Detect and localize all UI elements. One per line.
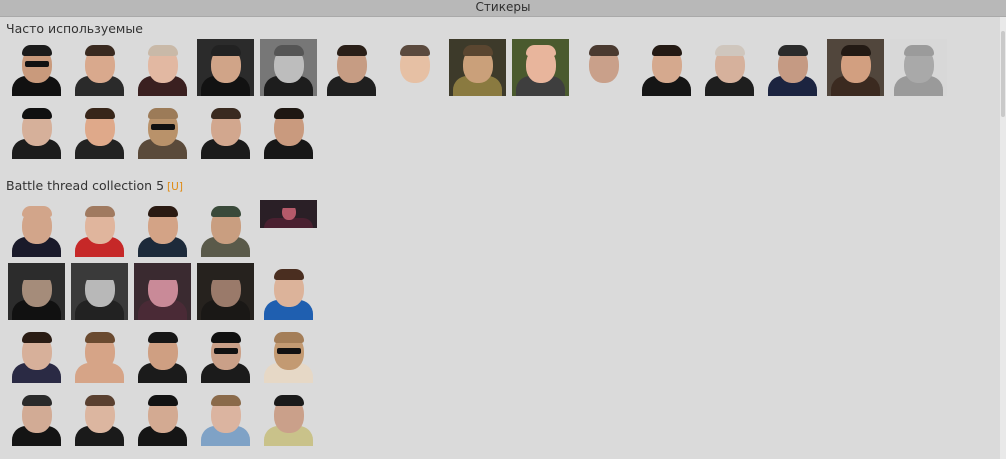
sticker-hair	[273, 332, 304, 343]
sticker-hair	[273, 108, 304, 119]
group-photo-bw-sticker-icon[interactable]	[71, 263, 128, 320]
sticker-hair	[210, 206, 241, 217]
sunglasses-icon	[213, 348, 238, 354]
sticker-hair	[525, 45, 556, 56]
sticker-hair	[840, 45, 871, 56]
man-beanie-sticker-icon[interactable]	[197, 200, 254, 257]
grinning-man-sticker-icon[interactable]	[134, 39, 191, 96]
bald-man-bw-sticker-icon[interactable]	[890, 39, 947, 96]
thumbs-up-man-sticker-icon[interactable]	[638, 39, 695, 96]
sticker-hair	[588, 45, 619, 56]
man-black-jacket-sticker-icon[interactable]	[8, 389, 65, 446]
man-horns-sticker-icon[interactable]	[134, 326, 191, 383]
smiling-man-drink-sticker-icon[interactable]	[827, 39, 884, 96]
cougar-sunglasses-sticker-icon[interactable]	[260, 326, 317, 383]
sticker-hair	[21, 395, 52, 406]
sunglasses-icon	[24, 61, 49, 67]
sticker-hair	[399, 45, 430, 56]
sticker-panel[interactable]: Часто используемые Battle thread collect…	[0, 17, 1000, 459]
section-title-frequent: Часто используемые	[6, 21, 143, 36]
sticker-hair	[651, 45, 682, 56]
serious-man-sticker-icon[interactable]	[764, 39, 821, 96]
sticker-hair	[84, 332, 115, 343]
chubby-man-sticker-icon[interactable]	[71, 102, 128, 159]
sticker-hair	[21, 269, 52, 280]
smirking-man-sticker-icon[interactable]	[701, 39, 758, 96]
sticker-hair	[84, 45, 115, 56]
lying-man-sticker-icon[interactable]	[449, 39, 506, 96]
window-title: Стикеры	[0, 0, 1006, 17]
sticker-hair	[147, 206, 178, 217]
sticker-hair	[336, 45, 367, 56]
sticker-hair	[714, 45, 745, 56]
sticker-hair	[903, 45, 934, 56]
sticker-hair	[281, 203, 296, 208]
sticker-hair	[147, 269, 178, 280]
sticker-hair	[273, 395, 304, 406]
section-title-text: Battle thread collection 5	[6, 178, 165, 193]
sticker-hair	[84, 206, 115, 217]
sticker-hair	[273, 269, 304, 280]
laughing-man-bw-sticker-icon[interactable]	[260, 39, 317, 96]
sticker-hair	[147, 45, 178, 56]
section-title-battle: Battle thread collection 5 [U]	[6, 178, 183, 193]
man-face-sticker-icon[interactable]	[386, 39, 443, 96]
bald-smiling-man-sticker-icon[interactable]	[512, 39, 569, 96]
sticker-hair	[777, 45, 808, 56]
sticker-hair	[210, 332, 241, 343]
man-sunglasses-sticker-icon[interactable]	[8, 39, 65, 96]
sticker-hair	[84, 108, 115, 119]
scrollbar-thumb[interactable]	[1001, 31, 1005, 117]
man-black-tshirt-sticker-icon[interactable]	[197, 102, 254, 159]
group-photo-dark-sticker-icon[interactable]	[8, 263, 65, 320]
smiling-bearded-man-sticker-icon[interactable]	[134, 200, 191, 257]
sticker-hair	[21, 108, 52, 119]
man-cap-sticker-icon[interactable]	[8, 102, 65, 159]
sticker-hair	[84, 269, 115, 280]
sticker-hair	[147, 395, 178, 406]
laughing-man-sticker-icon[interactable]	[71, 39, 128, 96]
sticker-hair	[210, 395, 241, 406]
man-cap-sunglasses-sticker-icon[interactable]	[197, 326, 254, 383]
crowd-stage-sticker-icon[interactable]	[260, 200, 317, 228]
sticker-hair	[210, 45, 241, 56]
bearded-man-sticker-icon[interactable]	[260, 102, 317, 159]
cougar-sunglasses-gun-sticker-icon[interactable]	[134, 102, 191, 159]
sticker-hair	[21, 45, 52, 56]
sticker-hair	[462, 45, 493, 56]
sticker-hair	[21, 206, 52, 217]
crowd-dark-sticker-icon[interactable]	[197, 263, 254, 320]
pointing-man-sticker-icon[interactable]	[323, 39, 380, 96]
man-thinking-sticker-icon[interactable]	[575, 39, 632, 96]
man-in-suit-sticker-icon[interactable]	[197, 39, 254, 96]
sticker-hair	[147, 332, 178, 343]
sticker-hair	[273, 45, 304, 56]
man-blue-shirt-sticker-icon[interactable]	[260, 263, 317, 320]
pack-badge-link[interactable]: [U]	[167, 181, 183, 193]
sunglasses-icon	[276, 348, 301, 354]
shirtless-man-sticker-icon[interactable]	[71, 326, 128, 383]
vertical-scrollbar[interactable]	[1000, 17, 1006, 459]
sunglasses-icon	[150, 124, 175, 130]
man-ramones-tshirt-sticker-icon[interactable]	[71, 389, 128, 446]
sticker-hair	[210, 269, 241, 280]
section-title-text: Часто используемые	[6, 21, 143, 36]
man-hand-face-sticker-icon[interactable]	[8, 326, 65, 383]
man-cap-black-shirt-sticker-icon[interactable]	[134, 389, 191, 446]
crouching-man-sticker-icon[interactable]	[260, 389, 317, 446]
sticker-hair	[84, 395, 115, 406]
crowd-pink-sticker-icon[interactable]	[134, 263, 191, 320]
sticker-hair	[147, 108, 178, 119]
sticker-hair	[21, 332, 52, 343]
man-denim-jacket-sticker-icon[interactable]	[197, 389, 254, 446]
sticker-hair	[210, 108, 241, 119]
man-red-jacket-sticker-icon[interactable]	[71, 200, 128, 257]
bearded-man-black-tshirt-sticker-icon[interactable]	[8, 200, 65, 257]
